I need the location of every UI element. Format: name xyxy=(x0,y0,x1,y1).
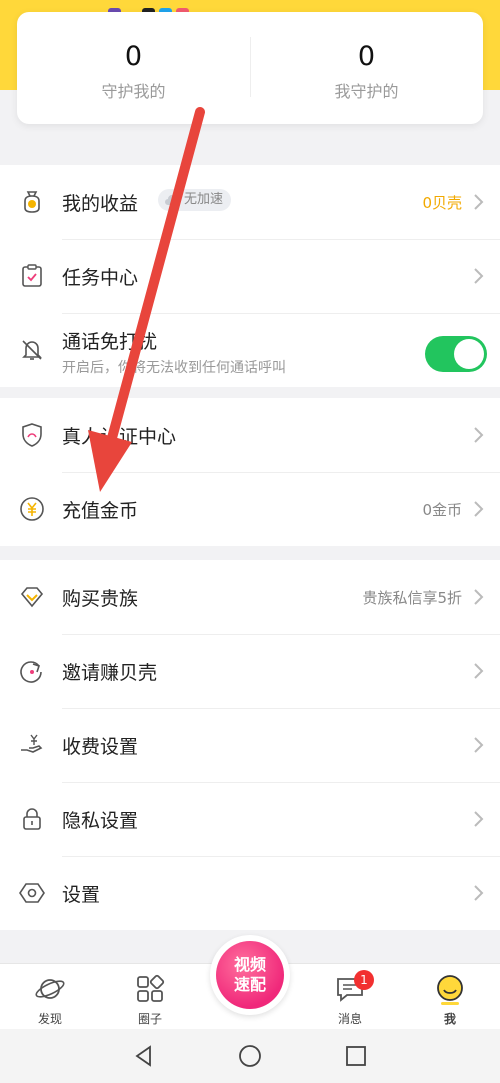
lock-icon xyxy=(23,808,41,830)
call-dnd-row: 通话免打扰 开启后，你将无法收到任何通话呼叫 xyxy=(0,313,500,387)
tab-me-label: 我 xyxy=(443,1012,456,1026)
home-circle-icon[interactable] xyxy=(238,1044,262,1068)
tab-me[interactable]: 我 xyxy=(420,972,480,1027)
recents-square-icon[interactable] xyxy=(344,1044,368,1068)
tab-circle[interactable]: 圈子 xyxy=(120,972,180,1027)
account-section: 我的收益 无加速 0贝壳 任务中心 通话免打扰 开启后，你将无法收到任何通话呼叫 xyxy=(0,165,500,387)
guard-me-count: 0 xyxy=(124,41,143,72)
video-match-badge: 视频 速配 xyxy=(216,941,284,1009)
settings-row[interactable]: 设置 xyxy=(0,856,500,930)
verification-section: 真人认证中心 充值金币 0金币 xyxy=(0,398,500,546)
coins-balance: 0金币 xyxy=(422,500,462,519)
invite-earn-label: 邀请赚贝壳 xyxy=(62,661,158,684)
grid-icon xyxy=(137,974,165,1002)
chevron-right-icon xyxy=(474,194,484,210)
invite-earn-row[interactable]: 邀请赚贝壳 xyxy=(0,634,500,708)
buy-noble-label: 购买贵族 xyxy=(62,587,139,610)
buy-noble-row[interactable]: 购买贵族 贵族私信享5折 xyxy=(0,560,500,634)
tab-messages[interactable]: 1 消息 xyxy=(320,970,380,1027)
money-bag-icon xyxy=(24,191,40,213)
privacy-settings-label: 隐私设置 xyxy=(62,809,139,832)
smiley-face-icon xyxy=(437,975,463,1005)
cloud-icon xyxy=(165,195,179,205)
fee-settings-row[interactable]: 收费设置 xyxy=(0,708,500,782)
fee-settings-label: 收费设置 xyxy=(62,735,139,758)
earnings-value: 0贝壳 xyxy=(422,193,462,212)
guard-stats-card: 0 守护我的 0 我守护的 xyxy=(17,12,483,124)
recharge-coins-row[interactable]: 充值金币 0金币 xyxy=(0,472,500,546)
earnings-label: 我的收益 xyxy=(62,192,139,215)
chevron-right-icon xyxy=(474,427,484,443)
guard-me-stat[interactable]: 0 守护我的 xyxy=(17,12,250,124)
services-section: 购买贵族 贵族私信享5折 邀请赚贝壳 收费设置 隐私设置 设置 xyxy=(0,560,500,930)
call-dnd-label: 通话免打扰 xyxy=(62,331,158,353)
chevron-right-icon xyxy=(474,501,484,517)
my-guard-count: 0 xyxy=(357,41,376,72)
coin-yen-icon xyxy=(20,497,44,521)
refresh-arrow-icon xyxy=(20,661,42,683)
task-center-label: 任务中心 xyxy=(62,266,139,289)
tab-circle-label: 圈子 xyxy=(137,1012,162,1026)
my-guard-label: 我守护的 xyxy=(334,82,399,101)
chevron-right-icon xyxy=(474,737,484,753)
video-match-line2: 速配 xyxy=(233,975,266,994)
bell-off-icon xyxy=(22,340,42,360)
recharge-coins-label: 充值金币 xyxy=(62,499,139,522)
earnings-row[interactable]: 我的收益 无加速 0贝壳 xyxy=(0,165,500,239)
guard-me-label: 守护我的 xyxy=(101,82,166,101)
noble-promo-text: 贵族私信享5折 xyxy=(362,588,462,607)
my-guard-stat[interactable]: 0 我守护的 xyxy=(250,12,483,124)
chevron-right-icon xyxy=(474,885,484,901)
chevron-right-icon xyxy=(474,268,484,284)
video-match-line1: 视频 xyxy=(233,955,266,974)
chevron-right-icon xyxy=(474,589,484,605)
tab-messages-label: 消息 xyxy=(337,1012,362,1026)
shield-icon xyxy=(22,423,42,447)
hand-coin-icon xyxy=(21,734,43,753)
planet-icon xyxy=(35,979,65,999)
messages-unread-badge: 1 xyxy=(354,970,374,990)
call-dnd-description: 开启后，你将无法收到任何通话呼叫 xyxy=(62,360,286,376)
settings-label: 设置 xyxy=(62,883,101,906)
clipboard-check-icon xyxy=(22,264,42,287)
privacy-settings-row[interactable]: 隐私设置 xyxy=(0,782,500,856)
system-navigation-bar xyxy=(0,1029,500,1083)
call-dnd-toggle[interactable] xyxy=(425,336,487,372)
real-person-verify-row[interactable]: 真人认证中心 xyxy=(0,398,500,472)
tab-discover[interactable]: 发现 xyxy=(20,972,80,1027)
real-person-verify-label: 真人认证中心 xyxy=(62,425,177,448)
speed-badge: 无加速 xyxy=(158,189,232,211)
gear-icon xyxy=(19,883,45,903)
task-center-row[interactable]: 任务中心 xyxy=(0,239,500,313)
chevron-right-icon xyxy=(474,663,484,679)
chevron-right-icon xyxy=(474,811,484,827)
tab-discover-label: 发现 xyxy=(37,1012,62,1026)
back-triangle-icon[interactable] xyxy=(132,1044,156,1068)
speed-badge-text: 无加速 xyxy=(184,192,224,207)
diamond-icon xyxy=(20,587,44,608)
video-match-button[interactable]: 视频 速配 xyxy=(210,935,290,1015)
